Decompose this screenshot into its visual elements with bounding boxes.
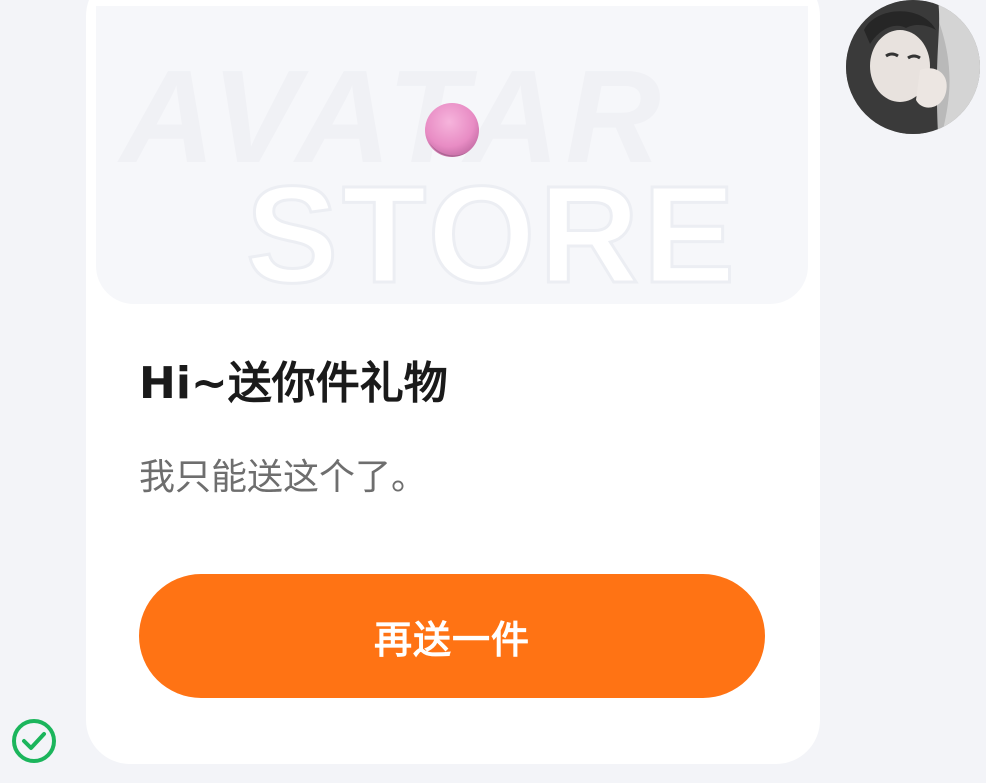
avatar-image [846,0,980,134]
user-avatar[interactable] [846,0,980,134]
send-another-button[interactable]: 再送一件 [139,574,765,698]
pink-ball-icon [425,103,479,157]
store-banner: AVATAR STORE [96,6,808,304]
card-title: Hi~送你件礼物 [139,358,448,409]
gift-card: AVATAR STORE Hi~送你件礼物 我只能送这个了。 再送一件 [86,0,820,764]
banner-graphic: AVATAR STORE [117,43,739,304]
card-subtitle: 我只能送这个了。 [139,457,428,498]
check-circle-icon [10,717,58,765]
banner-wordmark-line2: STORE [246,158,739,304]
